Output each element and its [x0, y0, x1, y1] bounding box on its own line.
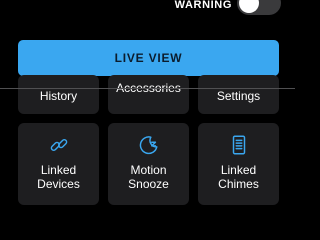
- tile-linked-devices-line2: Devices: [37, 177, 80, 191]
- chime-icon: [228, 134, 250, 156]
- tile-linked-chimes-line2: Chimes: [218, 177, 259, 191]
- live-view-button[interactable]: LIVE VIEW: [18, 40, 279, 76]
- warning-label: WARNING: [174, 0, 232, 11]
- tile-linked-chimes[interactable]: Linked Chimes: [198, 123, 279, 205]
- warning-row: WARNING: [0, 0, 295, 18]
- tile-motion-snooze-line1: Motion: [130, 163, 167, 177]
- tile-history-label: History: [39, 89, 78, 103]
- live-view-label: LIVE VIEW: [114, 51, 183, 65]
- tile-settings-label: Settings: [216, 89, 261, 103]
- link-icon: [48, 134, 70, 156]
- moon-snooze-icon: [138, 134, 160, 156]
- tile-settings[interactable]: Settings: [198, 75, 279, 114]
- tile-history[interactable]: History: [18, 75, 99, 114]
- tile-accessories[interactable]: Accessories: [108, 75, 189, 114]
- tile-motion-snooze-line2: Snooze: [128, 177, 169, 191]
- tile-linked-devices[interactable]: Linked Devices: [18, 123, 99, 205]
- warning-toggle[interactable]: [237, 0, 281, 15]
- toggle-knob: [239, 0, 259, 13]
- tile-linked-chimes-line1: Linked: [220, 163, 257, 177]
- tile-linked-devices-line1: Linked: [40, 163, 77, 177]
- tile-motion-snooze[interactable]: Motion Snooze: [108, 123, 189, 205]
- scroll-edge-line: [0, 88, 295, 89]
